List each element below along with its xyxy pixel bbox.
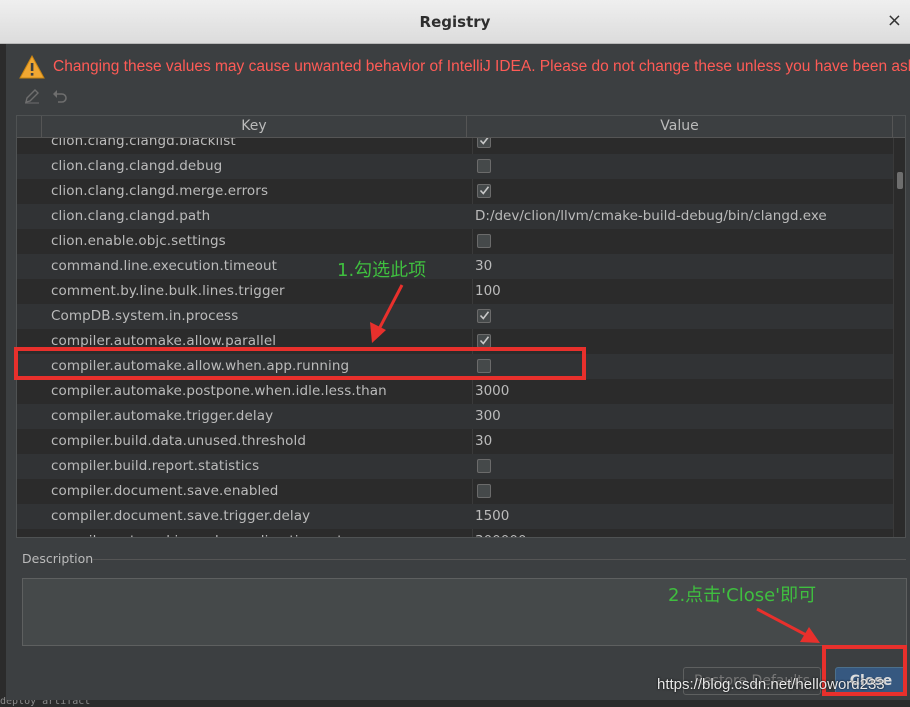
- table-body: clion.clang.clangd.blacklist clion.clang.…: [17, 138, 893, 537]
- registry-value[interactable]: 30: [475, 433, 492, 449]
- warning-text: Changing these values may cause unwanted…: [53, 58, 910, 75]
- table-row[interactable]: compiler.automake.postpone.when.idle.les…: [17, 379, 893, 404]
- registry-value[interactable]: D:/dev/clion/llvm/cmake-build-debug/bin/…: [475, 208, 827, 224]
- registry-key: compiler.external.javac.keep.alive.timeo…: [51, 533, 343, 537]
- checkbox-unchecked[interactable]: [477, 234, 491, 248]
- registry-key: clion.enable.objc.settings: [51, 233, 226, 249]
- close-window-icon[interactable]: ×: [887, 12, 902, 30]
- annotation-step1: 1.勾选此项: [337, 260, 427, 281]
- checkbox-checked[interactable]: [477, 309, 491, 323]
- dialog-title: Registry: [419, 13, 491, 31]
- checkbox-unchecked[interactable]: [477, 459, 491, 473]
- table-row[interactable]: clion.clang.clangd.path D:/dev/clion/llvm…: [17, 204, 893, 229]
- pencil-icon[interactable]: [24, 88, 40, 104]
- registry-toolbar: [24, 88, 68, 106]
- table-row[interactable]: compiler.document.save.enabled: [17, 479, 893, 504]
- table-row[interactable]: clion.clang.clangd.merge.errors: [17, 179, 893, 204]
- table-row[interactable]: compiler.build.report.statistics: [17, 454, 893, 479]
- registry-key: clion.clang.clangd.merge.errors: [51, 183, 269, 199]
- registry-key: clion.clang.clangd.blacklist: [51, 138, 236, 149]
- table-scrollbar[interactable]: [893, 138, 905, 537]
- registry-key: CompDB.system.in.process: [51, 308, 239, 324]
- warning-triangle-icon: [19, 55, 45, 79]
- checkbox-unchecked[interactable]: [477, 484, 491, 498]
- table-row[interactable]: compiler.automake.trigger.delay 300: [17, 404, 893, 429]
- registry-value[interactable]: 1500: [475, 508, 509, 524]
- registry-key: clion.clang.clangd.debug: [51, 158, 223, 174]
- registry-value[interactable]: 30: [475, 258, 492, 274]
- registry-value[interactable]: 300000: [475, 533, 527, 537]
- table-row[interactable]: clion.clang.clangd.debug: [17, 154, 893, 179]
- registry-key: compiler.build.report.statistics: [51, 458, 260, 474]
- table-row[interactable]: CompDB.system.in.process: [17, 304, 893, 329]
- watermark-url: https://blog.csdn.net/helloword233: [657, 676, 885, 693]
- registry-key: compiler.document.save.enabled: [51, 483, 279, 499]
- registry-key: compiler.build.data.unused.threshold: [51, 433, 307, 449]
- registry-key: compiler.document.save.trigger.delay: [51, 508, 311, 524]
- table-row[interactable]: clion.enable.objc.settings: [17, 229, 893, 254]
- table-header: Key Value: [17, 116, 905, 138]
- registry-key: compiler.automake.trigger.delay: [51, 408, 274, 424]
- column-header-key[interactable]: Key: [42, 116, 467, 138]
- table-row[interactable]: compiler.build.data.unused.threshold 30: [17, 429, 893, 454]
- description-divider: [92, 559, 906, 560]
- registry-value[interactable]: 3000: [475, 383, 509, 399]
- table-row[interactable]: command.line.execution.timeout 30: [17, 254, 893, 279]
- checkbox-checked[interactable]: [477, 334, 491, 348]
- table-row[interactable]: compiler.external.javac.keep.alive.timeo…: [17, 529, 893, 537]
- table-header-spacer: [17, 116, 42, 138]
- table-row[interactable]: compiler.document.save.trigger.delay 1500: [17, 504, 893, 529]
- description-label: Description: [22, 551, 94, 566]
- registry-table: Key Value clion.clang.clangd.blacklist cl…: [16, 115, 906, 538]
- annotation-step2: 2.点击'Close'即可: [668, 585, 817, 606]
- title-bar: Registry ×: [0, 0, 910, 44]
- table-row[interactable]: comment.by.line.bulk.lines.trigger 100: [17, 279, 893, 304]
- undo-icon[interactable]: [52, 88, 68, 104]
- registry-key: clion.clang.clangd.path: [51, 208, 211, 224]
- registry-key: comment.by.line.bulk.lines.trigger: [51, 283, 285, 299]
- checkbox-checked[interactable]: [477, 184, 491, 198]
- registry-key: compiler.automake.postpone.when.idle.les…: [51, 383, 387, 399]
- checkbox-checked[interactable]: [477, 138, 491, 148]
- registry-value[interactable]: 300: [475, 408, 501, 424]
- registry-value[interactable]: 100: [475, 283, 501, 299]
- column-header-value[interactable]: Value: [467, 116, 893, 138]
- warning-banner: Changing these values may cause unwanted…: [19, 54, 910, 80]
- table-row[interactable]: clion.clang.clangd.blacklist: [17, 138, 893, 154]
- checkbox-unchecked[interactable]: [477, 159, 491, 173]
- scrollbar-thumb[interactable]: [897, 172, 903, 189]
- registry-key: command.line.execution.timeout: [51, 258, 278, 274]
- annotation-highlight-row: [14, 347, 586, 380]
